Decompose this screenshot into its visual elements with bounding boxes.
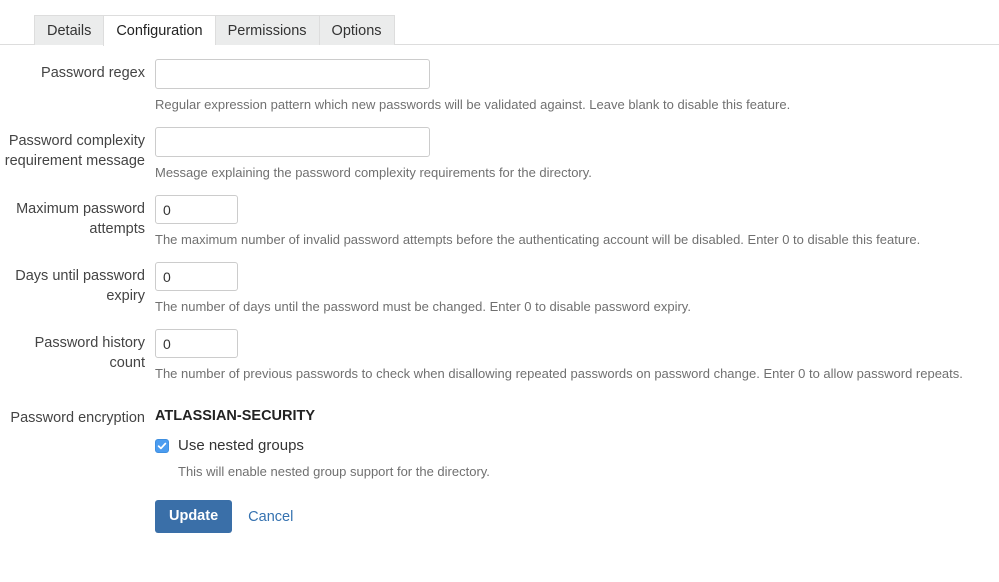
help-password-complexity-message: Message explaining the password complexi…: [155, 165, 592, 180]
help-days-until-password-expiry: The number of days until the password mu…: [155, 299, 691, 314]
password-history-count-input[interactable]: [155, 329, 238, 358]
max-password-attempts-input[interactable]: [155, 195, 238, 224]
cancel-link[interactable]: Cancel: [248, 509, 293, 525]
use-nested-groups-checkbox[interactable]: [155, 439, 169, 453]
control-password-history-count: The number of previous passwords to chec…: [155, 329, 999, 396]
tab-permissions[interactable]: Permissions: [214, 15, 319, 45]
field-row-password-history-count: Password history count The number of pre…: [0, 329, 999, 396]
tab-details[interactable]: Details: [34, 15, 104, 45]
control-password-regex: Regular expression pattern which new pas…: [155, 59, 999, 127]
field-row-password-complexity-message: Password complexity requirement message …: [0, 127, 999, 195]
tab-configuration[interactable]: Configuration: [103, 15, 215, 46]
help-password-history-count: The number of previous passwords to chec…: [155, 366, 963, 381]
password-regex-input[interactable]: [155, 59, 430, 89]
field-row-days-until-password-expiry: Days until password expiry The number of…: [0, 262, 999, 329]
field-row-max-password-attempts: Maximum password attempts The maximum nu…: [0, 195, 999, 262]
configuration-form: Password regex Regular expression patter…: [0, 45, 999, 533]
help-use-nested-groups: This will enable nested group support fo…: [178, 464, 490, 479]
use-nested-groups-label[interactable]: Use nested groups: [178, 437, 304, 455]
label-max-password-attempts: Maximum password attempts: [16, 201, 145, 237]
help-password-regex: Regular expression pattern which new pas…: [155, 97, 791, 112]
days-until-password-expiry-input[interactable]: [155, 262, 238, 291]
tab-bar: Details Configuration Permissions Option…: [0, 0, 999, 46]
form-actions: Update Cancel: [155, 500, 999, 533]
password-complexity-message-input[interactable]: [155, 127, 430, 157]
control-days-until-password-expiry: The number of days until the password mu…: [155, 262, 999, 329]
update-button[interactable]: Update: [155, 500, 233, 533]
label-password-encryption: Password encryption: [10, 410, 145, 426]
label-days-until-password-expiry: Days until password expiry: [15, 268, 145, 304]
control-max-password-attempts: The maximum number of invalid password a…: [155, 195, 999, 262]
control-password-complexity-message: Message explaining the password complexi…: [155, 127, 999, 195]
field-row-password-regex: Password regex Regular expression patter…: [0, 59, 999, 127]
tab-options[interactable]: Options: [318, 15, 395, 45]
label-password-regex: Password regex: [41, 65, 145, 81]
label-password-history-count: Password history count: [34, 335, 145, 371]
control-password-encryption: ATLASSIAN-SECURITY Use nested groups Thi…: [155, 404, 999, 533]
help-max-password-attempts: The maximum number of invalid password a…: [155, 232, 921, 247]
label-password-complexity-message: Password complexity requirement message: [4, 133, 145, 169]
use-nested-groups-row[interactable]: Use nested groups: [155, 437, 999, 455]
field-row-password-encryption: Password encryption ATLASSIAN-SECURITY U…: [0, 404, 999, 533]
password-encryption-value: ATLASSIAN-SECURITY: [155, 408, 316, 424]
